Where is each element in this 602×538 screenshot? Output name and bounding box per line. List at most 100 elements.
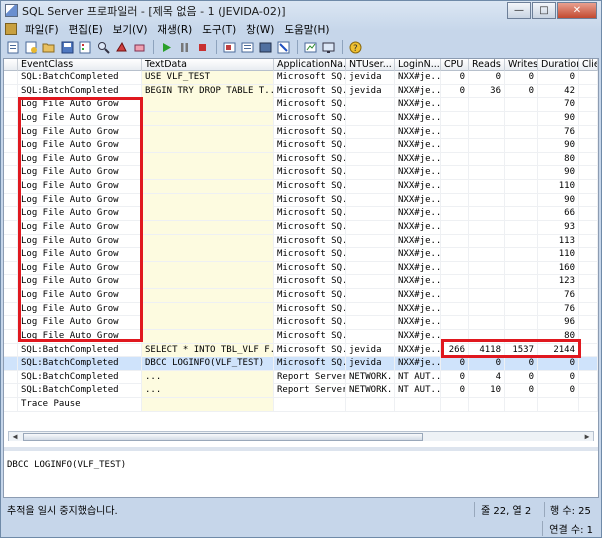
svg-text:?: ?	[353, 44, 358, 54]
table-row[interactable]: SQL:BatchCompleted BEGIN TRY DROP TABLE …	[4, 84, 598, 99]
cell-writes: 0	[505, 71, 538, 84]
table-row[interactable]: Trace Pause	[4, 398, 598, 412]
table-row[interactable]: Log File Auto Grow Microsoft SQ... NXX#je.…	[4, 248, 598, 262]
cell-reads	[469, 316, 505, 330]
pause-icon[interactable]	[176, 40, 192, 55]
cell-ntusername	[346, 398, 395, 411]
cell-eventclass: SQL:BatchCompleted	[18, 84, 142, 98]
menu-window[interactable]: 창(W)	[241, 22, 279, 37]
cell-textdata	[142, 302, 274, 316]
cell-applicationname: Microsoft SQ...	[274, 125, 346, 139]
clear-icon[interactable]	[113, 40, 129, 55]
properties-icon[interactable]	[77, 40, 93, 55]
cell-applicationname: Microsoft SQ...	[274, 234, 346, 248]
table-row[interactable]: Log File Auto Grow Microsoft SQ... NXX#je.…	[4, 139, 598, 153]
scroll-left-icon[interactable]: ◀	[9, 432, 21, 441]
table-row[interactable]: Log File Auto Grow Microsoft SQ... NXX#je.…	[4, 289, 598, 303]
table-row[interactable]: SQL:BatchCompleted USE VLF_TEST Microsoft …	[4, 71, 598, 85]
save-icon[interactable]	[59, 40, 75, 55]
table-row[interactable]: Log File Auto Grow Microsoft SQ... NXX#je.…	[4, 125, 598, 140]
table-row[interactable]: Log File Auto Grow Microsoft SQ... NXX#je.…	[4, 180, 598, 194]
erase-icon[interactable]	[131, 40, 147, 55]
cell-ntusername	[346, 302, 395, 316]
menu-file[interactable]: 파일(F)	[20, 22, 64, 37]
help-icon[interactable]: ?	[347, 40, 363, 55]
row-count: 행 수: 25	[544, 501, 599, 517]
menu-replay[interactable]: 재생(R)	[152, 22, 197, 37]
row-gutter	[4, 98, 18, 112]
col-applicationname[interactable]: ApplicationNa...	[274, 59, 346, 71]
stop-icon[interactable]	[194, 40, 210, 55]
trace-grid[interactable]: EventClass TextData ApplicationNa... NTU…	[4, 59, 598, 441]
col-loginname[interactable]: LoginN...	[395, 59, 441, 71]
cell-textdata	[142, 125, 274, 139]
table-row[interactable]: SQL:BatchCompleted SELECT * INTO TBL_VLF…	[4, 343, 598, 358]
menu-help[interactable]: 도움말(H)	[279, 22, 334, 37]
minimize-button[interactable]: —	[507, 2, 531, 19]
col-clientprocessid[interactable]: Clie	[579, 59, 598, 71]
close-button[interactable]: ✕	[557, 2, 597, 19]
col-textdata[interactable]: TextData	[142, 59, 274, 71]
menu-view[interactable]: 보기(V)	[108, 22, 153, 37]
cell-reads	[469, 302, 505, 316]
event-text-pane[interactable]: DBCC LOGINFO(VLF_TEST)	[7, 460, 593, 470]
table-row[interactable]: Log File Auto Grow Microsoft SQ... NXX#je.…	[4, 98, 598, 112]
cell-loginname	[395, 398, 441, 411]
cell-eventclass: Log File Auto Grow	[18, 152, 142, 166]
col-cpu[interactable]: CPU	[441, 59, 469, 71]
scrollbar-thumb[interactable]	[23, 433, 423, 441]
new-trace-icon[interactable]	[5, 40, 21, 55]
col-ntusername[interactable]: NTUser...	[346, 59, 395, 71]
cell-duration: 110	[538, 180, 579, 193]
table-row[interactable]: SQL:BatchCompleted... Report Server NETWOR…	[4, 370, 598, 385]
replay-icon[interactable]	[221, 40, 237, 55]
auto-scroll-icon[interactable]	[302, 40, 318, 55]
cell-duration: 0	[538, 71, 579, 84]
cell-writes	[505, 98, 538, 112]
cell-clientprocessid	[579, 289, 598, 302]
table-row[interactable]: Log File Auto Grow Microsoft SQ... NXX#je.…	[4, 193, 598, 208]
col-duration[interactable]: Duration	[538, 59, 579, 71]
horizontal-scrollbar[interactable]: ◀ ▶	[8, 431, 594, 441]
cell-loginname: NXX#je...	[395, 207, 441, 221]
step-icon[interactable]	[239, 40, 255, 55]
scroll-right-icon[interactable]: ▶	[581, 432, 593, 441]
table-row[interactable]: Log File Auto Grow Microsoft SQ... NXX#je.…	[4, 220, 598, 235]
open-icon[interactable]	[41, 40, 57, 55]
cell-cpu	[441, 234, 469, 248]
cell-ntusername	[346, 329, 395, 343]
cell-applicationname: Microsoft SQ...	[274, 166, 346, 180]
connection-bar: 연결 수: 1	[3, 519, 599, 536]
table-row[interactable]: Log File Auto Grow Microsoft SQ... NXX#je.…	[4, 316, 598, 330]
cell-reads	[469, 125, 505, 139]
table-row[interactable]: Log File Auto Grow Microsoft SQ... NXX#je.…	[4, 261, 598, 276]
table-row[interactable]: Log File Auto Grow Microsoft SQ... NXX#je.…	[4, 111, 598, 126]
table-row[interactable]: Log File Auto Grow Microsoft SQ... NXX#je.…	[4, 329, 598, 344]
monitor-icon[interactable]	[320, 40, 336, 55]
row-gutter	[4, 234, 18, 248]
table-row[interactable]: Log File Auto Grow Microsoft SQ... NXX#je.…	[4, 234, 598, 249]
maximize-button[interactable]: □	[532, 2, 556, 19]
menu-tools[interactable]: 도구(T)	[197, 22, 241, 37]
col-eventclass[interactable]: EventClass	[18, 59, 142, 71]
table-row[interactable]: Log File Auto Grow Microsoft SQ... NXX#je.…	[4, 207, 598, 221]
table-row[interactable]: SQL:BatchCompleted DBCC LOGINFO(VLF_TEST…	[4, 357, 598, 371]
find-icon[interactable]	[95, 40, 111, 55]
run-to-cursor-icon[interactable]	[257, 40, 273, 55]
row-gutter	[4, 398, 18, 411]
cell-reads	[469, 98, 505, 112]
title-bar[interactable]: SQL Server 프로파일러 - [제목 없음 - 1 (JEVIDA-02…	[1, 1, 601, 20]
row-gutter	[4, 71, 18, 84]
new-template-icon[interactable]	[23, 40, 39, 55]
table-row[interactable]: Log File Auto Grow Microsoft SQ... NXX#je.…	[4, 275, 598, 289]
table-row[interactable]: Log File Auto Grow Microsoft SQ... NXX#je.…	[4, 302, 598, 317]
menu-edit[interactable]: 편집(E)	[64, 22, 108, 37]
pane-splitter[interactable]	[4, 447, 598, 451]
toggle-breakpoint-icon[interactable]	[275, 40, 291, 55]
table-row[interactable]: Log File Auto Grow Microsoft SQ... NXX#je.…	[4, 166, 598, 180]
table-row[interactable]: Log File Auto Grow Microsoft SQ... NXX#je.…	[4, 152, 598, 167]
table-row[interactable]: SQL:BatchCompleted... Report Server NETWOR…	[4, 384, 598, 398]
col-reads[interactable]: Reads	[469, 59, 505, 71]
col-writes[interactable]: Writes	[505, 59, 538, 71]
run-icon[interactable]	[158, 40, 174, 55]
